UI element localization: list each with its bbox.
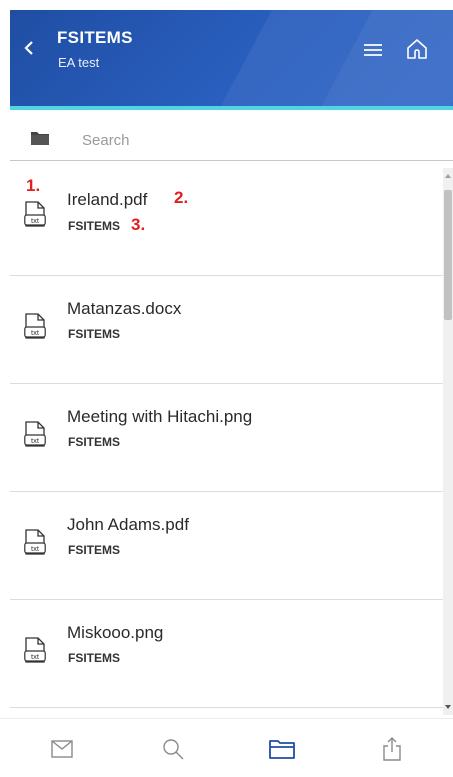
list-item[interactable]: txt Matanzas.docx FSITEMS xyxy=(10,276,443,384)
annotation-marker-2: 2. xyxy=(174,188,189,207)
txt-file-icon: txt xyxy=(24,313,46,339)
tab-folders[interactable] xyxy=(262,733,302,765)
txt-file-icon: txt xyxy=(24,421,46,447)
file-name: John Adams.pdf xyxy=(67,515,189,534)
scrollbar[interactable] xyxy=(443,168,453,715)
annotation-marker-3: 3. xyxy=(131,215,146,234)
txt-file-icon: txt xyxy=(24,201,46,227)
svg-text:txt: txt xyxy=(31,216,40,225)
svg-text:txt: txt xyxy=(31,652,40,661)
mail-icon xyxy=(51,740,73,758)
tab-search[interactable] xyxy=(153,733,193,765)
bottom-tab-bar xyxy=(0,718,453,777)
home-icon xyxy=(407,39,427,59)
folder-icon xyxy=(269,740,295,759)
file-name: Meeting with Hitachi.png xyxy=(67,407,253,426)
tab-mail[interactable] xyxy=(42,733,82,765)
file-source: FSITEMS xyxy=(68,543,121,557)
file-source: FSITEMS xyxy=(68,219,121,233)
txt-file-icon: txt xyxy=(24,637,46,663)
list-item[interactable]: txt Miskooo.png FSITEMS xyxy=(10,600,443,708)
chevron-left-icon xyxy=(24,41,33,55)
file-source: FSITEMS xyxy=(68,651,121,665)
file-list: 1. txt Ireland.pdf 2. FSITEMS 3. txt Mat… xyxy=(10,168,443,713)
list-item[interactable]: txt Meeting with Hitachi.png FSITEMS xyxy=(10,384,443,492)
search-bar xyxy=(10,118,453,161)
home-button[interactable] xyxy=(402,35,432,63)
page-title: FSITEMS xyxy=(57,28,133,47)
svg-text:txt: txt xyxy=(31,544,40,553)
annotation-marker-1: 1. xyxy=(26,176,41,195)
search-input[interactable] xyxy=(80,126,434,154)
file-name: Matanzas.docx xyxy=(67,299,182,318)
list-item[interactable]: 1. txt Ireland.pdf 2. FSITEMS 3. xyxy=(10,168,443,276)
svg-text:txt: txt xyxy=(31,436,40,445)
search-icon xyxy=(163,739,184,760)
menu-button[interactable] xyxy=(360,38,386,62)
file-name: Miskooo.png xyxy=(67,623,164,642)
list-item[interactable]: txt John Adams.pdf FSITEMS xyxy=(10,492,443,600)
hamburger-icon xyxy=(364,44,382,56)
folder-icon[interactable] xyxy=(30,130,50,146)
header-accent-line xyxy=(10,106,453,110)
share-icon xyxy=(383,737,401,761)
page-subtitle: EA test xyxy=(58,55,100,70)
file-source: FSITEMS xyxy=(68,327,121,341)
file-source: FSITEMS xyxy=(68,435,121,449)
scroll-down-arrow-icon[interactable] xyxy=(445,705,451,709)
scroll-up-arrow-icon[interactable] xyxy=(445,174,451,178)
tab-share[interactable] xyxy=(372,733,412,765)
txt-file-icon: txt xyxy=(24,529,46,555)
svg-text:txt: txt xyxy=(31,328,40,337)
scrollbar-thumb[interactable] xyxy=(444,190,452,320)
back-button[interactable] xyxy=(18,34,40,62)
file-name: Ireland.pdf xyxy=(67,190,148,209)
